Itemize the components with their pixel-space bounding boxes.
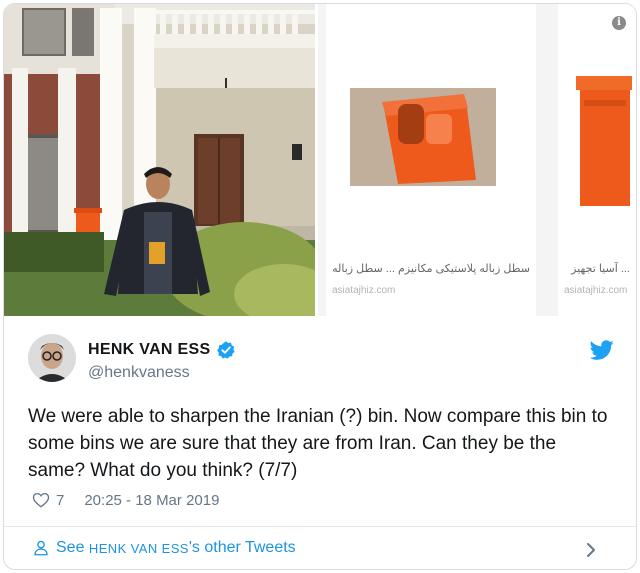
embedded-tweet-card: سطل زباله پلاستیکی مکانیزم ... سطل زباله… — [3, 3, 637, 570]
chevron-right-icon[interactable] — [584, 542, 598, 558]
twitter-bird-icon[interactable] — [590, 338, 614, 362]
tweet-footer[interactable]: See HENK VAN ESS's other Tweets — [4, 526, 636, 569]
house-photo[interactable] — [4, 4, 315, 316]
footer-name: HENK VAN ESS — [88, 540, 189, 556]
footer-suffix: 's other Tweets — [188, 539, 296, 556]
heart-icon[interactable] — [32, 491, 50, 509]
timestamp[interactable]: 20:25 - 18 Mar 2019 — [84, 492, 219, 509]
result-caption: ... آسیا تجهیز — [571, 263, 630, 275]
image-search-results: سطل زباله پلاستیکی مکانیزم ... سطل زباله… — [318, 4, 636, 316]
handle[interactable]: @henkvaness — [88, 364, 236, 382]
tweet-author[interactable]: HENK VAN ESS @henkvaness — [88, 340, 236, 382]
search-result-card[interactable]: سطل زباله پلاستیکی مکانیزم ... سطل زباله… — [326, 4, 536, 316]
tweet-meta: 7 20:25 - 18 Mar 2019 — [32, 491, 219, 509]
orange-bin-image — [558, 4, 636, 254]
tweet-text: We were able to sharpen the Iranian (?) … — [28, 406, 608, 481]
like-count[interactable]: 7 — [56, 492, 64, 509]
tweet-media[interactable]: سطل زباله پلاستیکی مکانیزم ... سطل زباله… — [4, 4, 636, 316]
see-prefix: See — [56, 539, 85, 556]
verified-badge-icon — [217, 341, 236, 359]
result-domain: asiatajhiz.com — [564, 285, 628, 296]
search-result-card[interactable]: ... آسیا تجهیز asiatajhiz.com — [558, 4, 636, 316]
avatar[interactable] — [28, 334, 76, 382]
info-icon[interactable]: i — [612, 16, 626, 30]
see-other-tweets-link[interactable]: See HENK VAN ESS's other Tweets — [32, 539, 296, 557]
orange-bin-image — [326, 4, 536, 254]
result-caption: سطل زباله پلاستیکی مکانیزم ... سطل زباله… — [332, 263, 530, 275]
display-name[interactable]: HENK VAN ESS — [88, 341, 210, 359]
result-domain: asiatajhiz.com — [332, 285, 396, 296]
person-icon — [34, 540, 48, 556]
